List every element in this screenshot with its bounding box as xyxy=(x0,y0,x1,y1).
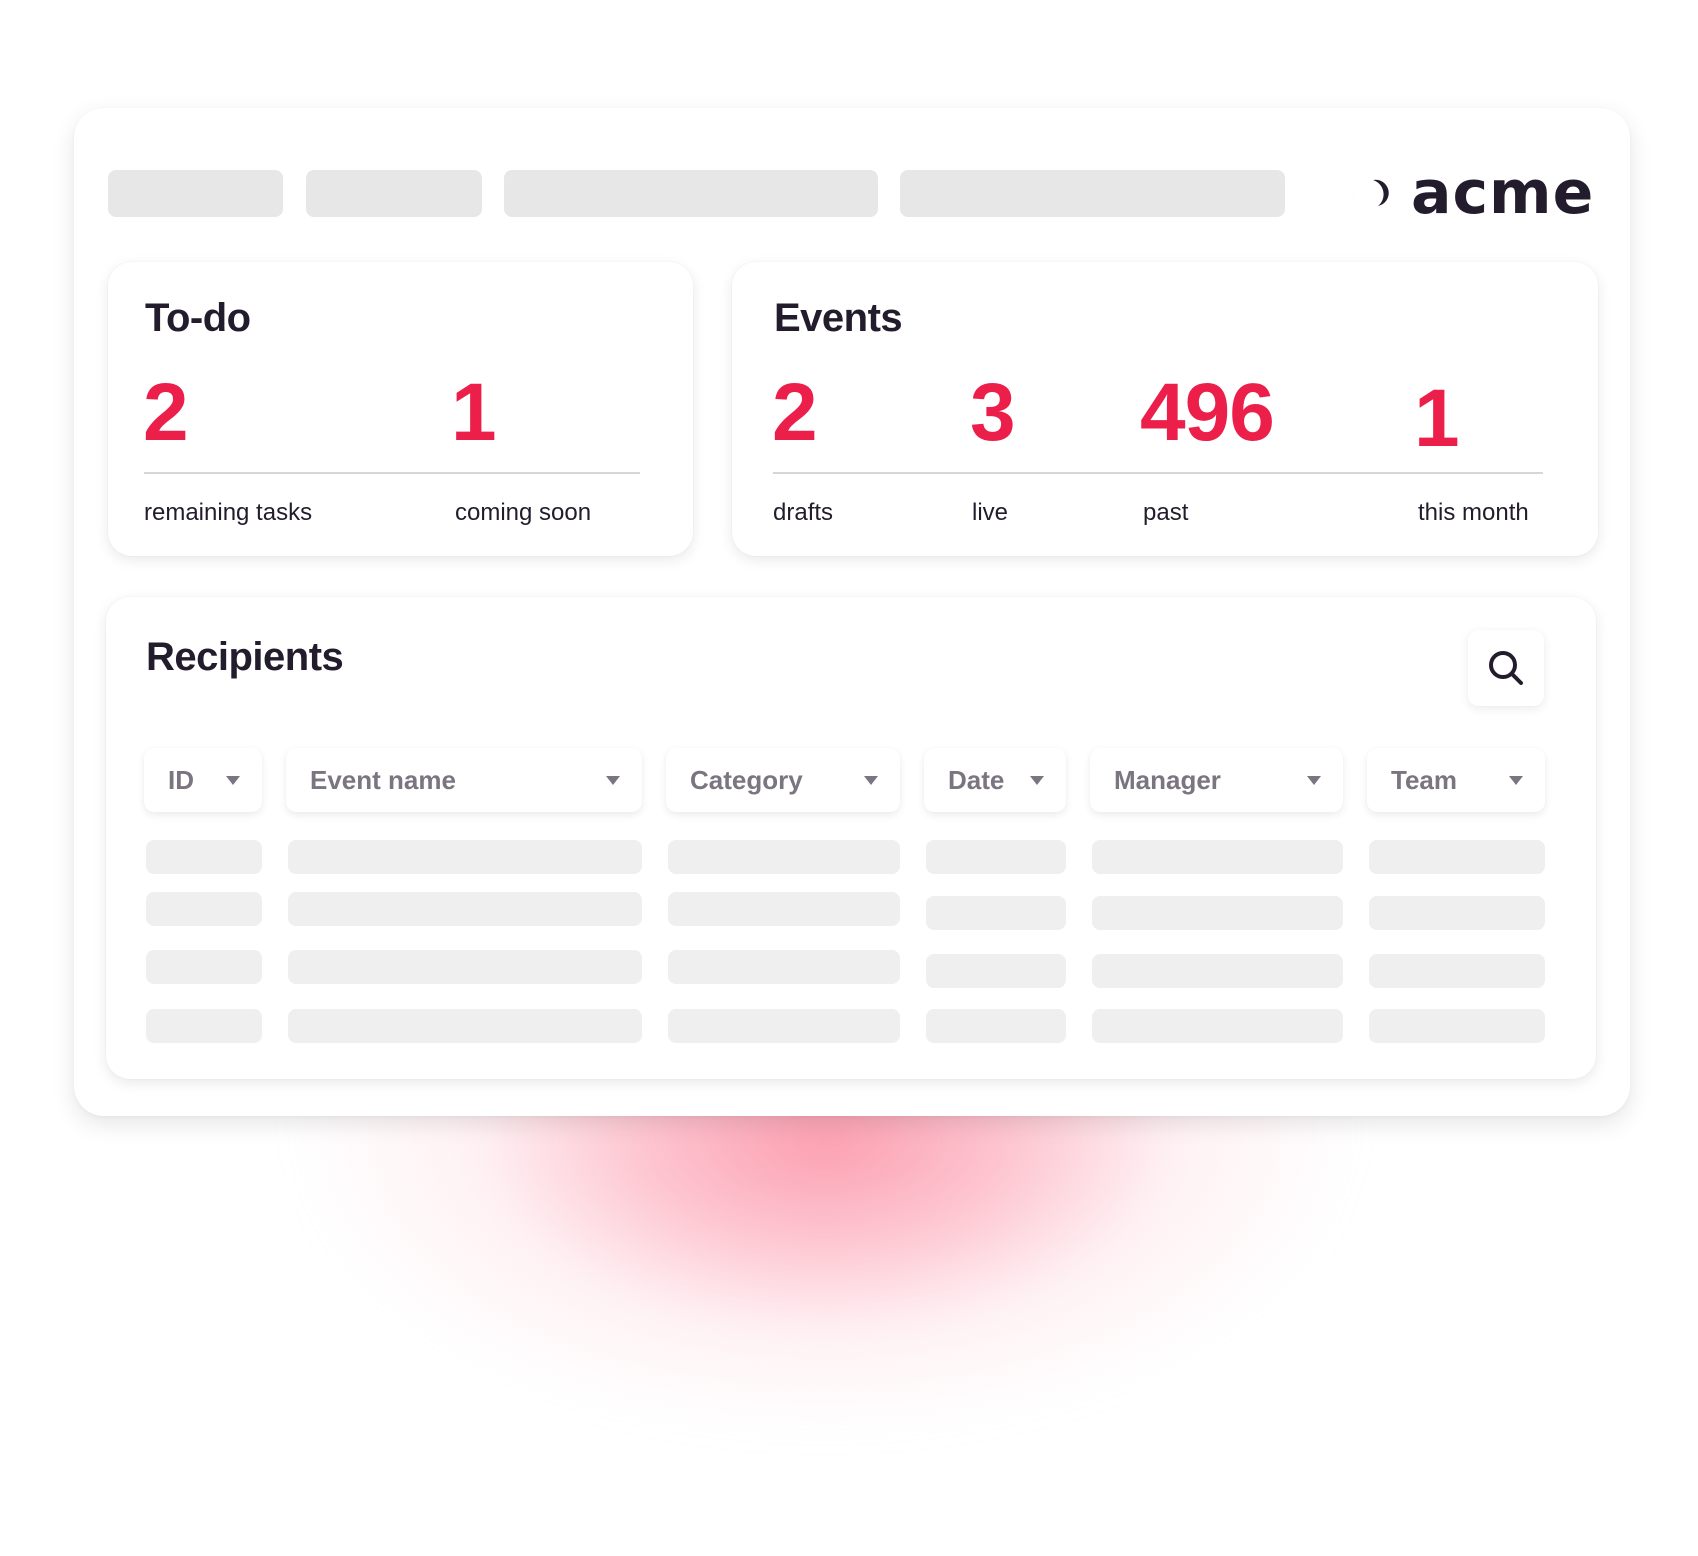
events-divider xyxy=(773,472,1543,474)
column-filter-manager[interactable]: Manager xyxy=(1090,748,1343,812)
brand-logo: acme xyxy=(1345,158,1595,228)
events-stat-label-drafts: drafts xyxy=(773,499,834,526)
column-label-team: Team xyxy=(1391,764,1457,795)
events-stat-value-this-month[interactable]: 1 xyxy=(1414,378,1460,460)
column-label-id: ID xyxy=(168,764,194,795)
table-cell-placeholder xyxy=(288,840,642,874)
events-stat-label-past: past xyxy=(1143,499,1189,526)
table-cell-placeholder xyxy=(1369,954,1545,988)
nav-placeholder-2[interactable] xyxy=(306,170,482,217)
caret-down-icon xyxy=(606,775,620,785)
recipients-card: Recipients xyxy=(106,597,1596,1079)
events-card: Events 2 3 496 1 drafts live past this m… xyxy=(732,262,1598,556)
search-icon xyxy=(1489,651,1523,685)
table-cell-placeholder xyxy=(1092,840,1343,874)
table-cell-placeholder xyxy=(146,840,262,874)
table-cell-placeholder xyxy=(668,892,900,926)
table-cell-placeholder xyxy=(1369,840,1545,874)
table-cell-placeholder xyxy=(926,840,1066,874)
table-cell-placeholder xyxy=(288,892,642,926)
column-label-date: Date xyxy=(948,764,1005,795)
search-button[interactable] xyxy=(1468,630,1544,706)
recipients-title: Recipients xyxy=(146,635,344,679)
todo-title: To-do xyxy=(145,296,251,340)
table-cell-placeholder xyxy=(926,954,1066,988)
todo-stat-value-remaining[interactable]: 2 xyxy=(143,372,189,454)
todo-divider xyxy=(144,472,640,474)
events-stat-value-live[interactable]: 3 xyxy=(970,372,1016,454)
column-label-category: Category xyxy=(690,764,803,795)
column-label-event-name: Event name xyxy=(310,764,456,795)
caret-down-icon xyxy=(226,775,240,785)
table-cell-placeholder xyxy=(1369,1009,1545,1043)
column-filter-event-name[interactable]: Event name xyxy=(286,748,642,812)
column-filter-date[interactable]: Date xyxy=(924,748,1066,812)
table-cell-placeholder xyxy=(288,950,642,984)
column-filter-team[interactable]: Team xyxy=(1367,748,1545,812)
table-cell-placeholder xyxy=(146,950,262,984)
caret-down-icon xyxy=(1307,775,1321,785)
events-title: Events xyxy=(774,296,903,340)
table-cell-placeholder xyxy=(1092,1009,1343,1043)
todo-stat-value-coming-soon[interactable]: 1 xyxy=(451,372,497,454)
table-cell-placeholder xyxy=(1369,896,1545,930)
nav-placeholder-1[interactable] xyxy=(108,170,283,217)
table-cell-placeholder xyxy=(668,1009,900,1043)
caret-down-icon xyxy=(1030,775,1044,785)
brand-name: acme xyxy=(1411,158,1595,228)
table-cell-placeholder xyxy=(288,1009,642,1043)
nav-placeholder-3[interactable] xyxy=(504,170,878,217)
column-filter-category[interactable]: Category xyxy=(666,748,900,812)
caret-down-icon xyxy=(1509,775,1523,785)
table-cell-placeholder xyxy=(1092,896,1343,930)
pink-glow-decoration xyxy=(290,1050,1360,1530)
table-cell-placeholder xyxy=(926,1009,1066,1043)
table-cell-placeholder xyxy=(146,1009,262,1043)
column-filter-id[interactable]: ID xyxy=(144,748,262,812)
todo-stat-label-coming-soon: coming soon xyxy=(455,499,592,526)
events-stat-label-live: live xyxy=(972,499,1009,526)
events-stat-label-this-month: this month xyxy=(1418,499,1529,526)
events-stat-value-past[interactable]: 496 xyxy=(1140,372,1275,454)
table-cell-placeholder xyxy=(668,840,900,874)
todo-stat-label-remaining: remaining tasks xyxy=(144,499,313,526)
column-label-manager: Manager xyxy=(1114,764,1221,795)
table-cell-placeholder xyxy=(146,892,262,926)
events-stat-value-drafts[interactable]: 2 xyxy=(772,372,818,454)
table-cell-placeholder xyxy=(668,950,900,984)
caret-down-icon xyxy=(864,775,878,785)
table-cell-placeholder xyxy=(926,896,1066,930)
nav-placeholder-4[interactable] xyxy=(900,170,1285,217)
table-cell-placeholder xyxy=(1092,954,1343,988)
crescent-ring-icon xyxy=(1352,170,1389,216)
todo-card: To-do 2 1 remaining tasks coming soon xyxy=(108,262,693,556)
